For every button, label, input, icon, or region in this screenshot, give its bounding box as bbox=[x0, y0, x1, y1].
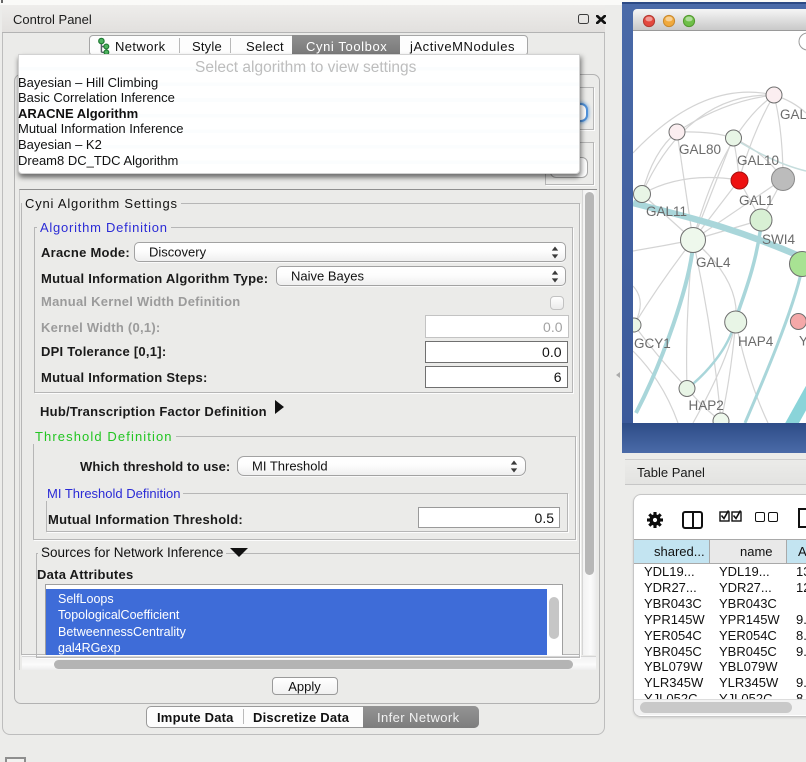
svg-text:GAL10: GAL10 bbox=[737, 153, 779, 168]
svg-text:GAL11: GAL11 bbox=[646, 204, 687, 219]
svg-text:GAL1: GAL1 bbox=[739, 193, 774, 208]
svg-text:HAP4: HAP4 bbox=[738, 334, 774, 349]
svg-text:GAL80: GAL80 bbox=[679, 142, 721, 157]
svg-text:GCY1: GCY1 bbox=[634, 336, 671, 351]
svg-text:YMR: YMR bbox=[799, 334, 806, 349]
svg-text:GAL7: GAL7 bbox=[780, 107, 806, 122]
svg-text:GAL4: GAL4 bbox=[696, 255, 731, 270]
svg-text:HAP2: HAP2 bbox=[689, 398, 724, 413]
svg-text:SWI4: SWI4 bbox=[762, 232, 795, 247]
